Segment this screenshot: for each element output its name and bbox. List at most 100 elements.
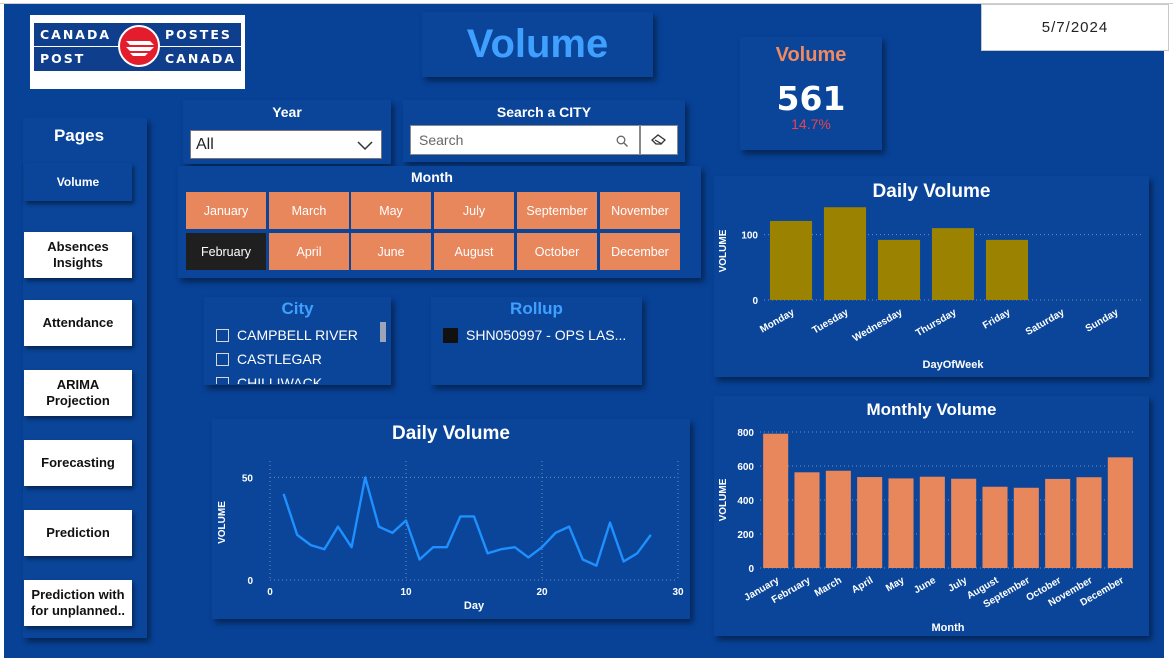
chevron-down-icon — [357, 141, 373, 151]
rollup-option[interactable]: SHN050997 - OPS LAS... — [443, 327, 626, 343]
x-tick-label: 10 — [400, 587, 412, 598]
y-tick-label: 800 — [737, 428, 754, 439]
x-tick-label: Saturday — [1024, 307, 1067, 338]
bar-monday — [769, 220, 813, 300]
daily-volume-bar-chart: 0 100 Monday Tuesday Wednesday Thursday Friday… — [718, 207, 1142, 371]
kpi-value: 561 — [776, 79, 846, 118]
y-tick-label: 0 — [748, 564, 754, 575]
y-tick-label: 600 — [737, 462, 754, 473]
city-list-scrollbar[interactable] — [380, 322, 386, 342]
city-option-castlegar[interactable]: CASTLEGAR — [216, 351, 322, 367]
month-button-july[interactable]: July — [434, 192, 514, 229]
checkbox-icon[interactable] — [216, 328, 229, 342]
y-tick-label: 0 — [247, 576, 253, 587]
month-button-february[interactable]: February — [186, 233, 266, 270]
nav-button-volume[interactable]: Volume — [24, 163, 132, 201]
month-slicer-label: Month — [411, 169, 453, 185]
volume-kpi-card: Volume 561 14.7% — [740, 37, 882, 150]
city-option-chilliwack[interactable]: CHILLIWACK — [216, 375, 322, 384]
nav-button-prediction[interactable]: Prediction — [24, 510, 132, 556]
logo-text-post: POST — [40, 51, 86, 66]
logo-text-canada-en: CANADA — [40, 27, 112, 42]
bar-may — [888, 478, 914, 568]
bar-june — [919, 476, 945, 568]
month-button-may[interactable]: May — [351, 192, 431, 229]
search-icon[interactable] — [616, 135, 628, 147]
x-tick-label: March — [813, 575, 844, 599]
eagle-icon — [118, 25, 160, 67]
bar-september — [1013, 487, 1039, 568]
bar-tuesday — [823, 207, 867, 300]
logo-banner: CANADA POST POSTES CANADA — [34, 23, 241, 71]
checkbox-icon[interactable] — [216, 376, 229, 384]
x-tick-label: Monday — [758, 307, 797, 336]
city-option-label: CASTLEGAR — [237, 351, 322, 367]
y-tick-label: 400 — [737, 496, 754, 507]
city-list[interactable]: CAMPBELL RIVER CASTLEGAR CHILLIWACK — [204, 322, 391, 384]
bar-thursday — [931, 228, 975, 300]
page-title-box: Volume — [422, 12, 653, 77]
city-slicer-label: City — [281, 299, 314, 318]
nav-button-arima-projection[interactable]: ARIMA Projection — [24, 370, 132, 416]
bar-december — [1107, 457, 1133, 568]
x-axis-title: Month — [932, 622, 965, 634]
month-button-april[interactable]: April — [269, 233, 349, 270]
month-button-march[interactable]: March — [269, 192, 349, 229]
bar-january — [763, 433, 789, 568]
page-title: Volume — [466, 22, 609, 66]
y-axis-title: VOLUME — [217, 501, 228, 544]
month-button-october[interactable]: October — [517, 233, 597, 270]
month-button-september[interactable]: September — [517, 192, 597, 229]
bar-october — [1045, 478, 1071, 568]
x-tick-label: June — [912, 575, 938, 596]
checkbox-icon[interactable] — [216, 352, 229, 366]
logo-text-canada-fr: CANADA — [165, 51, 237, 66]
nav-button-forecasting[interactable]: Forecasting — [24, 440, 132, 486]
kpi-label: Volume — [775, 44, 847, 66]
city-search-input[interactable]: Search — [410, 125, 640, 155]
bar-february — [794, 472, 820, 568]
month-button-december[interactable]: December — [600, 233, 680, 270]
x-tick-label: May — [884, 575, 907, 594]
x-tick-label: Wednesday — [851, 307, 905, 344]
y-tick-label: 50 — [242, 473, 254, 484]
checkbox-checked-icon[interactable] — [443, 327, 458, 343]
x-tick-label: Tuesday — [810, 307, 850, 337]
month-button-november[interactable]: November — [600, 192, 680, 229]
nav-button-prediction-unplanned[interactable]: Prediction with for unplanned.. — [24, 580, 132, 626]
month-button-january[interactable]: January — [186, 192, 266, 229]
x-tick-label: 30 — [672, 587, 684, 598]
bar-april — [857, 477, 883, 568]
eraser-button[interactable] — [640, 125, 678, 155]
daily-volume-line-chart: 0 50 0 10 20 30 Day VOLUME — [217, 461, 684, 612]
bar-july — [951, 478, 977, 568]
canada-post-logo: CANADA POST POSTES CANADA — [30, 15, 245, 89]
x-tick-label: Sunday — [1084, 307, 1121, 335]
y-tick-label: 200 — [737, 530, 754, 541]
year-dropdown[interactable]: All — [190, 130, 382, 159]
month-button-august[interactable]: August — [434, 233, 514, 270]
report-date: 5/7/2024 — [981, 4, 1169, 51]
x-tick-label: Friday — [981, 307, 1013, 332]
x-tick-label: 20 — [536, 587, 548, 598]
x-tick-label: Thursday — [914, 307, 959, 339]
nav-title: Pages — [53, 126, 105, 145]
kpi-change: 14.7% — [791, 116, 831, 132]
y-axis-title: VOLUME — [718, 229, 729, 272]
bar-friday — [985, 239, 1029, 300]
month-button-june[interactable]: June — [351, 233, 431, 270]
x-tick-label: April — [850, 575, 875, 596]
nav-button-attendance[interactable]: Attendance — [24, 300, 132, 346]
city-search-label: Search a CITY — [496, 104, 592, 120]
city-option-campbell-river[interactable]: CAMPBELL RIVER — [216, 327, 358, 343]
x-axis-title: DayOfWeek — [923, 359, 985, 371]
logo-text-postes: POSTES — [165, 27, 232, 42]
nav-button-absences-insights[interactable]: Absences Insights — [24, 232, 132, 278]
year-slicer-label: Year — [272, 104, 302, 120]
x-axis-title: Day — [464, 600, 485, 612]
rollup-slicer-label: Rollup — [510, 299, 563, 318]
city-option-label: CHILLIWACK — [237, 375, 323, 384]
bar-november — [1076, 477, 1102, 568]
year-dropdown-value: All — [196, 135, 214, 153]
bar-wednesday — [877, 239, 921, 300]
